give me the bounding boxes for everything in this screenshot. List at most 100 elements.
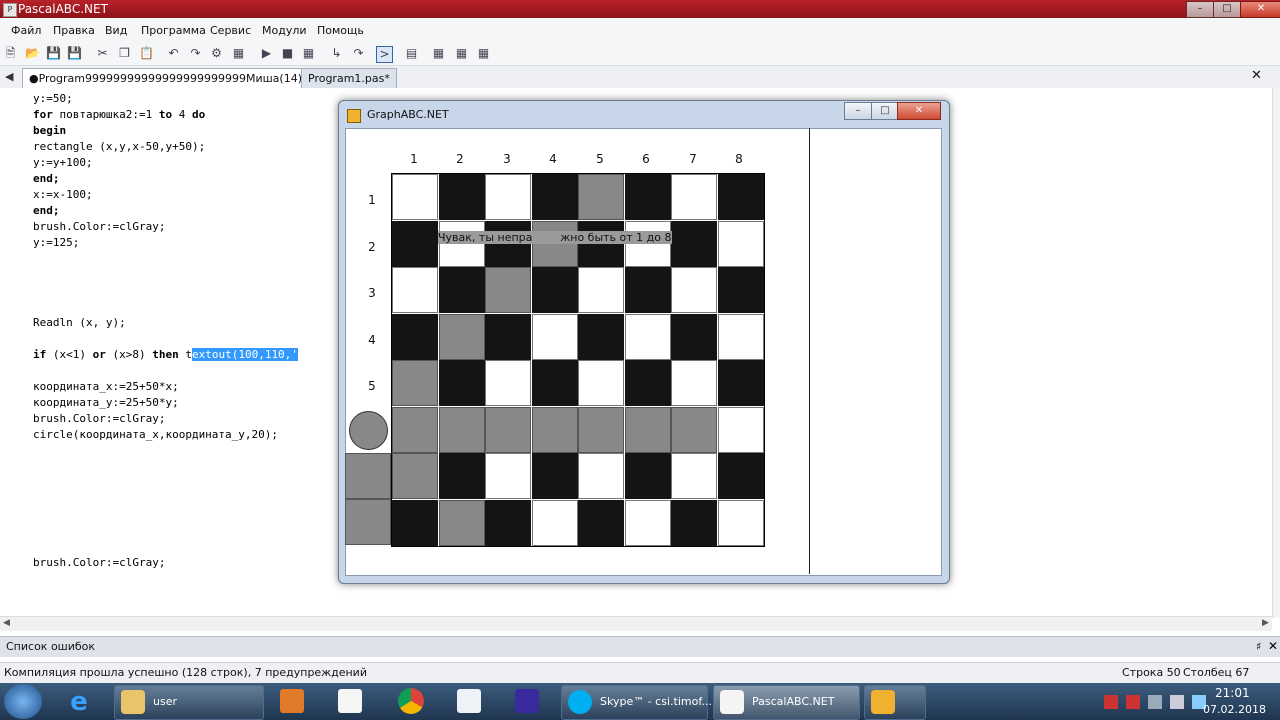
pin-icon[interactable]: ♯ <box>1256 640 1261 653</box>
menu-bar: Файл Правка Вид Программа Сервис Модули … <box>0 19 1280 43</box>
board-cell <box>485 360 531 406</box>
run-icon[interactable]: ▶ <box>259 46 274 61</box>
board-cell <box>438 406 485 453</box>
board-cell <box>392 313 438 360</box>
ie-icon[interactable]: e <box>64 687 94 717</box>
redo-icon[interactable]: ↷ <box>188 46 203 61</box>
task-graphabc[interactable] <box>864 685 926 720</box>
error-list-panel[interactable]: Список ошибок ♯ ✕ <box>0 636 1280 657</box>
board-cell <box>671 406 717 453</box>
graphabc-task-icon <box>871 690 895 714</box>
notepad-icon[interactable] <box>338 689 362 713</box>
board-cell <box>578 453 624 499</box>
tab-program-misha[interactable]: ●Program99999999999999999999999Миша(14).… <box>22 68 338 88</box>
save-all-icon[interactable]: 💾 <box>67 46 82 61</box>
menu-help[interactable]: Помощь <box>317 24 364 37</box>
status-bar: Компиляция прошла успешно (128 строк), 7… <box>0 662 1280 683</box>
editor-horizontal-scrollbar[interactable]: ◀ ▶ <box>0 616 1272 631</box>
task-user[interactable]: user <box>114 685 264 720</box>
volume-icon[interactable] <box>1170 695 1184 709</box>
task-skype[interactable]: Skype™ - csi.timof... <box>561 685 712 720</box>
board-cell <box>438 267 485 313</box>
board-cell <box>392 406 438 453</box>
error-message-text: Чувак, ты непра жно быть от 1 до 8 <box>438 231 672 244</box>
clock-time[interactable]: 21:01 <box>1215 686 1250 700</box>
col-label: 7 <box>689 152 697 166</box>
folder-icon <box>121 690 145 714</box>
code-line: brush.Color:=clGray; <box>33 556 166 569</box>
save-app-icon[interactable] <box>515 689 539 713</box>
col-label: 3 <box>503 152 511 166</box>
panel-close-icon[interactable]: ✕ <box>1268 639 1278 653</box>
gray-circle <box>349 411 388 450</box>
code-line: y:=125; <box>33 236 80 249</box>
media-player-icon[interactable] <box>280 689 304 713</box>
menu-modules[interactable]: Модули <box>262 24 307 37</box>
code-line: координата_x:=25+50*x; <box>33 380 179 393</box>
board-cell <box>624 267 671 313</box>
code-line: circle(координата_x,координата_y,20); <box>33 428 279 441</box>
code-line: Readln (x, y); <box>33 316 126 329</box>
minimize-button[interactable]: – <box>1186 1 1214 18</box>
stop-icon[interactable]: ■ <box>280 46 295 61</box>
open-file-icon[interactable]: 📂 <box>25 46 40 61</box>
calculator-icon[interactable] <box>457 689 481 713</box>
start-button[interactable] <box>4 684 42 719</box>
board-cell <box>624 174 671 220</box>
row-label: 5 <box>368 379 376 393</box>
tray-icon-2[interactable] <box>1126 695 1140 709</box>
board-cell <box>671 453 717 499</box>
board-cell <box>717 267 764 313</box>
console-icon[interactable]: > <box>376 46 393 63</box>
tab-scroll-left-icon[interactable]: ◀ <box>5 70 13 83</box>
paste-icon[interactable]: 📋 <box>139 46 154 61</box>
menu-edit[interactable]: Правка <box>53 24 95 37</box>
form-designer-icon[interactable]: ▦ <box>431 46 446 61</box>
undo-icon[interactable]: ↶ <box>166 46 181 61</box>
menu-file[interactable]: Файл <box>11 24 41 37</box>
find-icon[interactable]: ⚙ <box>209 46 224 61</box>
step-into-icon[interactable]: ↳ <box>329 46 344 61</box>
menu-program[interactable]: Программа <box>141 24 206 37</box>
code-line: координата_y:=25+50*y; <box>33 396 179 409</box>
step-over-icon[interactable]: ↷ <box>351 46 366 61</box>
code-line: brush.Color:=clGray; <box>33 412 166 425</box>
close-button[interactable]: ✕ <box>1240 1 1280 18</box>
code-line: end; <box>33 172 60 185</box>
scroll-left-icon[interactable]: ◀ <box>3 618 10 628</box>
scroll-right-icon[interactable]: ▶ <box>1262 618 1269 628</box>
gray-square <box>345 499 391 545</box>
board-cell <box>392 453 438 499</box>
menu-view[interactable]: Вид <box>105 24 127 37</box>
code-line: y:=y+100; <box>33 156 93 169</box>
board-cell <box>578 313 624 360</box>
tray-icon-3[interactable] <box>1148 695 1162 709</box>
graph-minimize-button[interactable]: – <box>844 102 872 120</box>
tab-program1[interactable]: Program1.pas* <box>301 68 397 88</box>
cut-icon[interactable]: ✂ <box>95 46 110 61</box>
new-file-icon[interactable]: 🗎 <box>3 46 18 61</box>
board-cell <box>392 267 438 313</box>
copy-icon[interactable]: ❐ <box>117 46 132 61</box>
maximize-button[interactable]: □ <box>1213 1 1241 18</box>
save-icon[interactable]: 💾 <box>46 46 61 61</box>
board-cell <box>438 313 485 360</box>
replace-icon[interactable]: ▦ <box>231 46 246 61</box>
graph-maximize-button[interactable]: □ <box>871 102 899 120</box>
tray-icon-1[interactable] <box>1104 695 1118 709</box>
chrome-icon[interactable] <box>398 688 424 714</box>
compile-icon[interactable]: ▦ <box>301 46 316 61</box>
chess-board <box>391 173 765 547</box>
clock-date[interactable]: 07.02.2018 <box>1203 703 1266 716</box>
task-pascalabc[interactable]: PascalABC.NET <box>713 685 860 720</box>
graph-close-button[interactable]: ✕ <box>897 102 941 120</box>
module-icon[interactable]: ▦ <box>454 46 469 61</box>
close-tab-icon[interactable]: ✕ <box>1251 68 1262 83</box>
format-icon[interactable]: ▤ <box>404 46 419 61</box>
board-cell <box>578 360 624 406</box>
options-icon[interactable]: ▦ <box>476 46 491 61</box>
col-label: 5 <box>596 152 604 166</box>
menu-service[interactable]: Сервис <box>210 24 251 37</box>
editor-vertical-scrollbar[interactable] <box>1272 88 1280 618</box>
board-cell <box>392 174 438 220</box>
